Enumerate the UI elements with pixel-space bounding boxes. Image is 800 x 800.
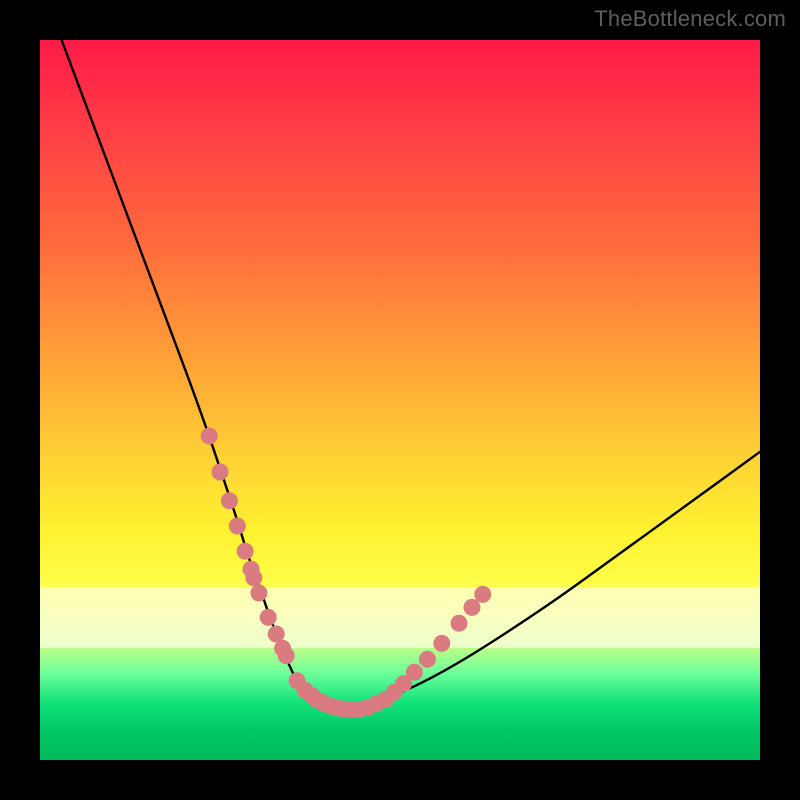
data-point	[245, 569, 262, 586]
data-point	[464, 599, 481, 616]
data-point	[278, 647, 295, 664]
data-point	[221, 492, 238, 509]
chart-frame: TheBottleneck.com	[0, 0, 800, 800]
data-point	[201, 428, 218, 445]
data-point	[406, 664, 423, 681]
data-point	[419, 651, 436, 668]
data-point	[433, 635, 450, 652]
data-point	[451, 615, 468, 632]
data-point	[260, 609, 277, 626]
data-point	[237, 543, 254, 560]
data-point	[474, 586, 491, 603]
plot-area	[40, 40, 760, 760]
data-point	[212, 464, 229, 481]
data-points-layer	[40, 40, 760, 760]
data-point	[229, 518, 246, 535]
watermark-text: TheBottleneck.com	[594, 6, 786, 32]
data-point	[250, 585, 267, 602]
